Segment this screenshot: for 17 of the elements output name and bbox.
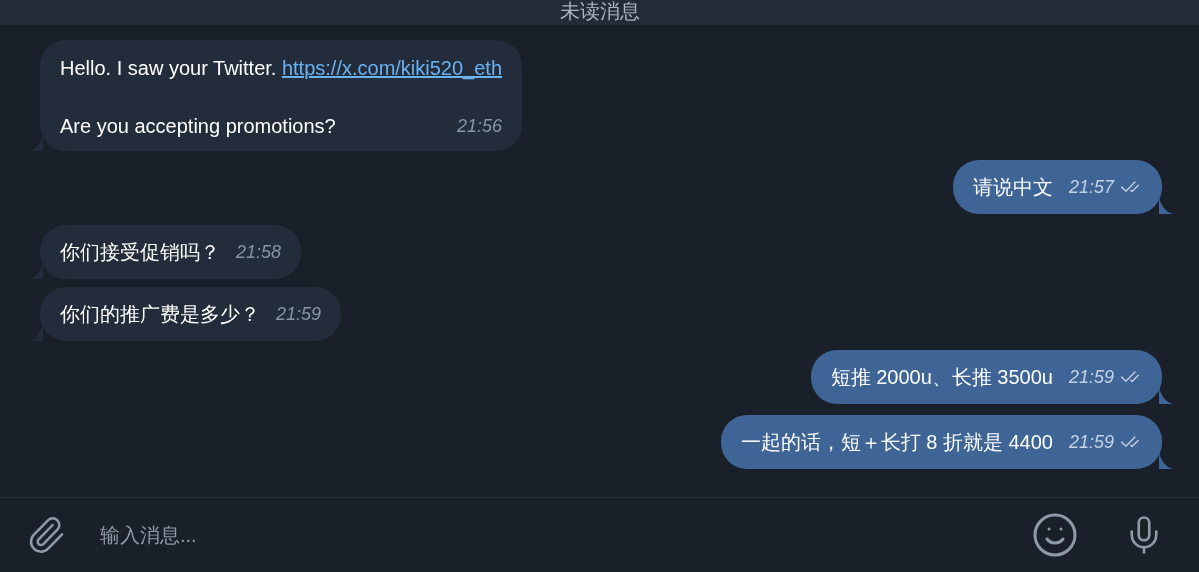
message-time: 21:59 xyxy=(1068,366,1114,389)
message-time: 21:59 xyxy=(1068,431,1114,454)
message-time: 21:56 xyxy=(457,115,503,138)
banner-title: 未读消息 xyxy=(559,0,640,23)
message-text: 请说中文 xyxy=(972,175,1053,200)
message-text: 你们的推广费是多少？ xyxy=(60,302,260,327)
message-text: 你们接受促销吗？ xyxy=(60,240,220,265)
message-input[interactable]: 输入消息... xyxy=(100,520,1031,550)
message-time: 21:59 xyxy=(276,303,322,326)
message-time: 21:58 xyxy=(236,241,282,264)
message-text: 一起的话，短＋长打 8 折就是 4400 xyxy=(740,430,1053,455)
message-time: 21:57 xyxy=(1068,176,1114,199)
link[interactable]: https://x.com/kiki520_eth xyxy=(281,54,503,82)
message-text: 短推 2000u、长推 3500u xyxy=(830,365,1053,390)
message-text: Hello. I saw your Twitter. xyxy=(60,56,278,81)
emoji-icon[interactable] xyxy=(1031,511,1079,559)
message-text: Are you accepting promotions? xyxy=(60,114,336,139)
